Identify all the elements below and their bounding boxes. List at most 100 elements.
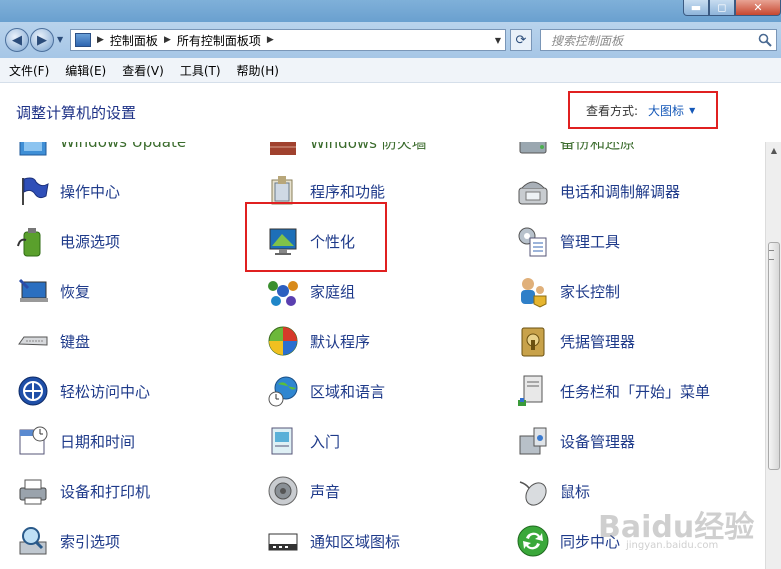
item-notification-area-icons[interactable]: 通知区域图标 [266, 521, 400, 561]
watermark-url: jingyan.baidu.com [626, 540, 719, 551]
item-default-programs[interactable]: 默认程序 [266, 321, 370, 361]
item-label: Windows 防火墙 [310, 142, 427, 152]
item-indexing-options[interactable]: 索引选项 [16, 521, 120, 561]
menu-view[interactable]: 查看(V) [117, 62, 169, 79]
flag-icon [16, 174, 50, 208]
homegroup-icon [266, 274, 300, 308]
item-label: 通知区域图标 [310, 532, 401, 551]
printer-icon [16, 474, 50, 508]
search-icon[interactable] [758, 33, 772, 47]
address-dropdown-icon[interactable]: ▼ [495, 36, 501, 45]
credential-manager-icon [516, 324, 550, 358]
scroll-up-arrow-icon[interactable]: ▲ [766, 142, 781, 158]
item-keyboard[interactable]: 键盘 [16, 321, 90, 361]
breadcrumb-control-panel[interactable]: 控制面板 [110, 32, 158, 49]
scrollbar-thumb[interactable] [768, 242, 780, 470]
menu-file[interactable]: 文件(F) [4, 62, 54, 79]
search-placeholder: 搜索控制面板 [551, 33, 624, 48]
item-label: 声音 [310, 482, 341, 501]
view-by-label: 查看方式: [586, 103, 639, 118]
address-bar[interactable]: ▶ 控制面板 ▶ 所有控制面板项 ▶ ▼ [70, 29, 506, 51]
parental-controls-icon [516, 274, 550, 308]
breadcrumb-separator-icon[interactable]: ▶ [164, 35, 171, 45]
item-admin-tools[interactable]: 管理工具 [516, 221, 620, 261]
item-label: 默认程序 [310, 332, 371, 351]
item-credential-manager[interactable]: 凭据管理器 [516, 321, 635, 361]
vertical-scrollbar[interactable]: ▲ [765, 142, 781, 569]
item-label: 电源选项 [60, 232, 121, 251]
close-button[interactable]: ✕ [735, 0, 781, 16]
menu-edit[interactable]: 编辑(E) [60, 62, 111, 79]
item-device-manager[interactable]: 设备管理器 [516, 421, 635, 461]
item-recovery[interactable]: 恢复 [16, 271, 90, 311]
item-windows-update[interactable]: Windows Update [16, 142, 186, 162]
breadcrumb-all-items[interactable]: 所有控制面板项 [177, 32, 261, 49]
item-power-options[interactable]: 电源选项 [16, 221, 120, 261]
item-phone-modem[interactable]: 电话和调制解调器 [516, 171, 680, 211]
item-label: 程序和功能 [310, 182, 386, 201]
speaker-icon [266, 474, 300, 508]
minimize-button[interactable]: ▬ [683, 0, 709, 16]
dropdown-caret-icon[interactable]: ▼ [689, 106, 695, 115]
item-region-language[interactable]: 区域和语言 [266, 371, 385, 411]
back-button[interactable]: ◀ [5, 28, 29, 52]
item-label: 家长控制 [560, 282, 621, 301]
menu-help[interactable]: 帮助(H) [232, 62, 284, 79]
item-action-center[interactable]: 操作中心 [16, 171, 120, 211]
item-sound[interactable]: 声音 [266, 471, 340, 511]
item-label: 索引选项 [60, 532, 121, 551]
item-taskbar-start-menu[interactable]: 任务栏和「开始」菜单 [516, 371, 710, 411]
maximize-button[interactable]: ◻ [709, 0, 735, 16]
title-bar: ▬ ◻ ✕ [0, 0, 781, 22]
backup-icon [516, 142, 550, 159]
item-label: 鼠标 [560, 482, 591, 501]
item-backup-restore[interactable]: 备份和还原 [516, 142, 635, 162]
battery-icon [16, 224, 50, 258]
breadcrumb-separator-icon[interactable]: ▶ [267, 35, 274, 45]
ease-of-access-icon [16, 374, 50, 408]
page-title: 调整计算机的设置 [16, 104, 137, 122]
item-label: 轻松访问中心 [60, 382, 151, 401]
getting-started-icon [266, 424, 300, 458]
item-label: 备份和还原 [560, 142, 636, 152]
item-label: Windows Update [60, 142, 187, 151]
item-mouse[interactable]: 鼠标 [516, 471, 590, 511]
admin-tools-icon [516, 224, 550, 258]
item-label: 键盘 [60, 332, 91, 351]
item-label: 日期和时间 [60, 432, 136, 451]
item-windows-firewall[interactable]: Windows 防火墙 [266, 142, 427, 162]
menu-bar: 文件(F) 编辑(E) 查看(V) 工具(T) 帮助(H) [0, 58, 781, 83]
view-by-dropdown[interactable]: 大图标 [648, 102, 684, 119]
item-devices-printers[interactable]: 设备和打印机 [16, 471, 150, 511]
item-parental-controls[interactable]: 家长控制 [516, 271, 620, 311]
taskbar-icon [516, 374, 550, 408]
menu-tools[interactable]: 工具(T) [175, 62, 226, 79]
item-date-time[interactable]: 日期和时间 [16, 421, 135, 461]
recovery-icon [16, 274, 50, 308]
navigation-bar: ◀ ▶ ▼ ▶ 控制面板 ▶ 所有控制面板项 ▶ ▼ ⟳ 搜索控制面板 [0, 22, 781, 58]
default-programs-icon [266, 324, 300, 358]
refresh-button[interactable]: ⟳ [510, 29, 532, 51]
item-label: 家庭组 [310, 282, 356, 301]
scrollbar-grip-icon [769, 250, 774, 260]
item-getting-started[interactable]: 入门 [266, 421, 340, 461]
calendar-clock-icon [16, 424, 50, 458]
recent-pages-dropdown-icon[interactable]: ▼ [57, 35, 63, 44]
item-label: 凭据管理器 [560, 332, 636, 351]
item-label: 入门 [310, 432, 341, 451]
item-label: 管理工具 [560, 232, 621, 251]
mouse-icon [516, 474, 550, 508]
indexing-icon [16, 524, 50, 558]
keyboard-icon [16, 324, 50, 358]
view-by-control[interactable]: 查看方式: 大图标 ▼ [568, 91, 718, 129]
notification-area-icon [266, 524, 300, 558]
breadcrumb-separator-icon[interactable]: ▶ [97, 35, 104, 45]
item-homegroup[interactable]: 家庭组 [266, 271, 355, 311]
item-label: 设备和打印机 [60, 482, 151, 501]
forward-button[interactable]: ▶ [30, 28, 54, 52]
window-controls: ▬ ◻ ✕ [683, 0, 781, 16]
globe-clock-icon [266, 374, 300, 408]
search-input[interactable]: 搜索控制面板 [540, 29, 777, 51]
personalization-highlight [245, 202, 387, 272]
item-ease-of-access[interactable]: 轻松访问中心 [16, 371, 150, 411]
